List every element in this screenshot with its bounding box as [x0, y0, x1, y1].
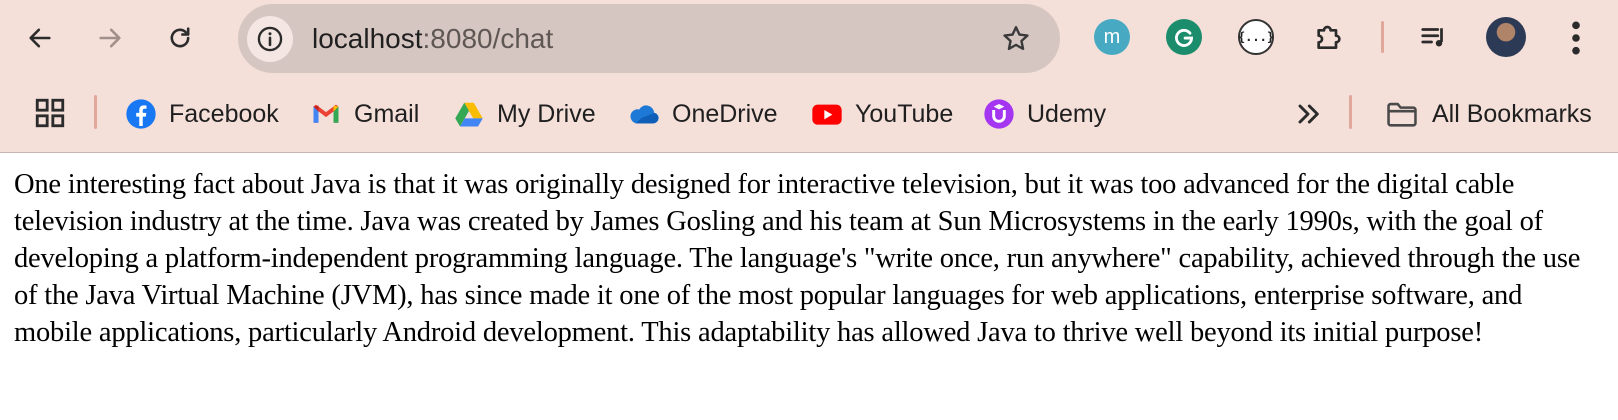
- grammarly-extension-icon[interactable]: [1166, 19, 1202, 55]
- puzzle-icon: [1317, 25, 1341, 49]
- grammarly-icon: [1175, 28, 1194, 47]
- all-bookmarks-label: All Bookmarks: [1432, 100, 1592, 128]
- more-bookmarks-chevron-icon[interactable]: [1292, 98, 1324, 130]
- udemy-icon: [983, 98, 1015, 130]
- back-button[interactable]: [18, 16, 62, 60]
- profile-avatar[interactable]: [1486, 17, 1526, 57]
- url-text[interactable]: localhost:8080/chat: [312, 23, 553, 55]
- site-info-button[interactable]: [247, 16, 293, 62]
- bookmark-gmail[interactable]: Gmail: [310, 94, 419, 134]
- media-queue-icon: [1421, 28, 1443, 47]
- media-control-button[interactable]: [1416, 19, 1452, 55]
- forward-button[interactable]: [88, 16, 132, 60]
- apps-grid-icon[interactable]: [33, 96, 67, 130]
- address-bar[interactable]: localhost:8080/chat: [238, 4, 1060, 73]
- forward-arrow-icon: [99, 28, 121, 48]
- reload-icon: [170, 27, 190, 48]
- bookmarks-bar: Facebook Gmail My Drive OneDrive YouTube: [0, 76, 1618, 152]
- chat-response-text: One interesting fact about Java is that …: [14, 169, 1581, 348]
- info-icon: [257, 26, 283, 52]
- bookmark-label: Gmail: [354, 100, 420, 128]
- bookmark-label: Udemy: [1027, 100, 1107, 128]
- extensions-puzzle-button[interactable]: [1310, 19, 1346, 55]
- bookmark-youtube[interactable]: YouTube: [811, 94, 953, 134]
- all-bookmarks-button[interactable]: All Bookmarks: [1384, 94, 1592, 134]
- bookmark-label: My Drive: [497, 100, 596, 128]
- google-drive-icon: [453, 98, 485, 130]
- m-extension-label: m: [1103, 25, 1121, 48]
- bookmark-star-icon[interactable]: [1000, 23, 1032, 55]
- youtube-icon: [811, 98, 843, 130]
- json-extension-icon[interactable]: {...}: [1238, 19, 1274, 55]
- gmail-icon: [310, 98, 342, 130]
- onedrive-icon: [628, 98, 660, 130]
- bookmark-udemy[interactable]: Udemy: [983, 94, 1106, 134]
- browser-toolbar: localhost:8080/chat m {...}: [0, 0, 1618, 76]
- m-extension-icon[interactable]: m: [1094, 19, 1130, 55]
- json-extension-label: {...}: [1237, 30, 1275, 44]
- bookmark-facebook[interactable]: Facebook: [125, 94, 279, 134]
- facebook-icon: [125, 98, 157, 130]
- bookmark-label: YouTube: [855, 100, 954, 128]
- reload-button[interactable]: [158, 16, 202, 60]
- bookmark-onedrive[interactable]: OneDrive: [628, 94, 778, 134]
- bookmarks-divider: [94, 95, 97, 129]
- folder-icon: [1384, 98, 1420, 130]
- bookmarks-divider: [1349, 95, 1352, 129]
- more-menu-icon[interactable]: [1566, 19, 1586, 57]
- bookmark-my-drive[interactable]: My Drive: [453, 94, 596, 134]
- back-arrow-icon: [29, 28, 51, 48]
- toolbar-divider: [1381, 21, 1384, 53]
- url-path: :8080/chat: [422, 23, 554, 54]
- bookmark-label: OneDrive: [672, 100, 778, 128]
- browser-chrome: localhost:8080/chat m {...} Facebook Gma…: [0, 0, 1618, 153]
- url-host: localhost: [312, 23, 423, 54]
- bookmark-label: Facebook: [169, 100, 279, 128]
